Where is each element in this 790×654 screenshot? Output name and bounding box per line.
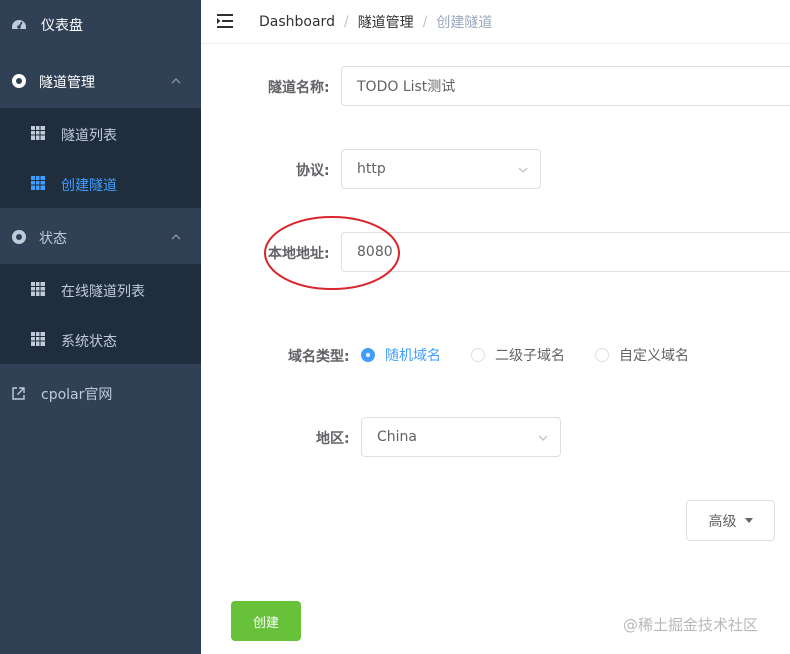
local-address-value: 8080 (357, 244, 393, 260)
radio-custom-domain[interactable]: 自定义域名 (595, 345, 689, 365)
region-value: China (377, 429, 417, 445)
region-select[interactable]: China (361, 417, 561, 457)
sidebar-item-label: 仪表盘 (41, 18, 83, 34)
sidebar-item-create-tunnel[interactable]: 创建隧道 (0, 158, 201, 208)
tunnel-name-value: TODO List测试 (357, 79, 456, 95)
sidebar-item-tunnel-list[interactable]: 隧道列表 (0, 108, 201, 158)
sidebar-group-status[interactable]: 状态 (0, 212, 201, 262)
create-label: 创建 (252, 615, 279, 631)
local-address-input[interactable]: 8080 (341, 232, 790, 272)
sidebar-group-label: 隧道管理 (39, 75, 95, 91)
external-link-icon (11, 386, 26, 401)
radio-dot (595, 348, 609, 362)
sidebar-item-label: cpolar官网 (41, 387, 113, 403)
local-address-label: 本地地址: (268, 246, 330, 262)
protocol-value: http (357, 161, 386, 177)
radio-dot (471, 348, 485, 362)
table-icon (31, 176, 45, 190)
watermark: @稀土掘金技术社区 (623, 616, 759, 634)
dashboard-gauge-icon (11, 16, 27, 32)
circle-dot-icon (11, 73, 27, 89)
domain-type-label: 域名类型: (288, 349, 350, 365)
domain-type-radio-group: 随机域名 二级子域名 自定义域名 (361, 344, 719, 366)
sidebar: 仪表盘 隧道管理 隧道列表 创建隧道 状态 在线隧道列表 系统状态 cpolar… (0, 0, 201, 654)
breadcrumb-tunnel-management[interactable]: 隧道管理 (358, 12, 414, 32)
radio-random-domain[interactable]: 随机域名 (361, 345, 441, 365)
table-icon (31, 282, 45, 296)
tunnel-name-label: 隧道名称: (268, 80, 330, 96)
radio-label: 二级子域名 (495, 348, 565, 364)
sidebar-group-label: 状态 (39, 231, 67, 247)
sidebar-group-tunnel-management[interactable]: 隧道管理 (0, 56, 201, 106)
sidebar-item-label: 创建隧道 (61, 178, 117, 194)
breadcrumb-current: 创建隧道 (436, 15, 493, 31)
hamburger-menu-icon[interactable] (217, 13, 235, 29)
radio-subdomain[interactable]: 二级子域名 (471, 345, 565, 365)
chevron-down-icon (538, 435, 548, 441)
breadcrumb-dashboard[interactable]: Dashboard (259, 14, 335, 30)
breadcrumb: Dashboard / 隧道管理 / 创建隧道 (259, 12, 492, 32)
table-icon (31, 332, 45, 346)
sidebar-item-label: 在线隧道列表 (61, 284, 145, 300)
radio-dot (361, 348, 375, 362)
chevron-down-icon (518, 167, 528, 173)
protocol-label: 协议: (296, 163, 330, 179)
sidebar-item-cpolar-site[interactable]: cpolar官网 (0, 368, 201, 418)
caret-down-icon (744, 518, 753, 523)
breadcrumb-separator: / (422, 14, 428, 30)
advanced-dropdown-button[interactable]: 高级 (686, 500, 775, 541)
radio-label: 自定义域名 (619, 348, 689, 364)
sidebar-item-label: 隧道列表 (61, 128, 117, 144)
sidebar-item-label: 系统状态 (61, 334, 117, 350)
tunnel-name-input[interactable]: TODO List测试 (341, 66, 790, 106)
breadcrumb-separator: / (343, 14, 349, 30)
create-button[interactable]: 创建 (231, 601, 301, 641)
chevron-up-icon (171, 234, 181, 240)
radio-label: 随机域名 (385, 348, 441, 364)
chevron-up-icon (171, 78, 181, 84)
top-navbar: Dashboard / 隧道管理 / 创建隧道 (201, 0, 790, 44)
sidebar-item-dashboard[interactable]: 仪表盘 (0, 0, 201, 50)
sidebar-item-system-status[interactable]: 系统状态 (0, 314, 201, 364)
advanced-label: 高级 (708, 513, 737, 530)
region-label: 地区: (316, 431, 350, 447)
circle-dot-icon (11, 229, 27, 245)
protocol-select[interactable]: http (341, 149, 541, 189)
sidebar-item-online-tunnels[interactable]: 在线隧道列表 (0, 264, 201, 314)
table-icon (31, 126, 45, 140)
